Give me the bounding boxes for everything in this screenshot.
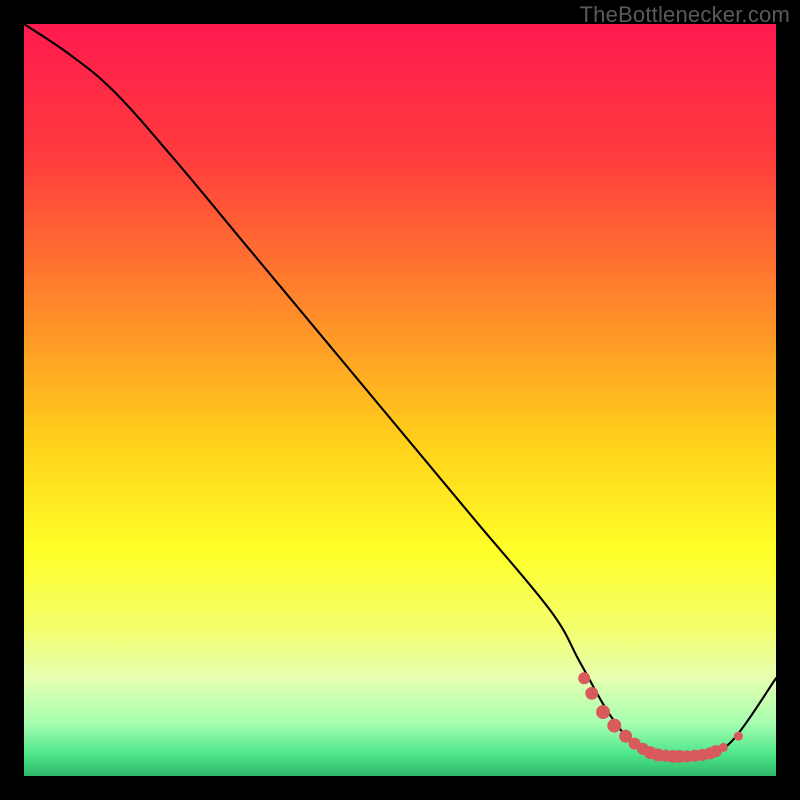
stage: TheBottlenecker.com: [0, 0, 800, 800]
plot-area: [24, 24, 776, 776]
marker-dots: [578, 672, 743, 763]
curve-layer: [24, 24, 776, 776]
marker-dot: [719, 743, 728, 752]
curve-line: [24, 24, 776, 757]
marker-dot: [607, 719, 621, 733]
marker-dot: [596, 705, 610, 719]
marker-dot: [578, 672, 590, 684]
marker-dot: [734, 732, 743, 741]
watermark-text: TheBottlenecker.com: [580, 2, 790, 28]
marker-dot: [585, 687, 598, 700]
